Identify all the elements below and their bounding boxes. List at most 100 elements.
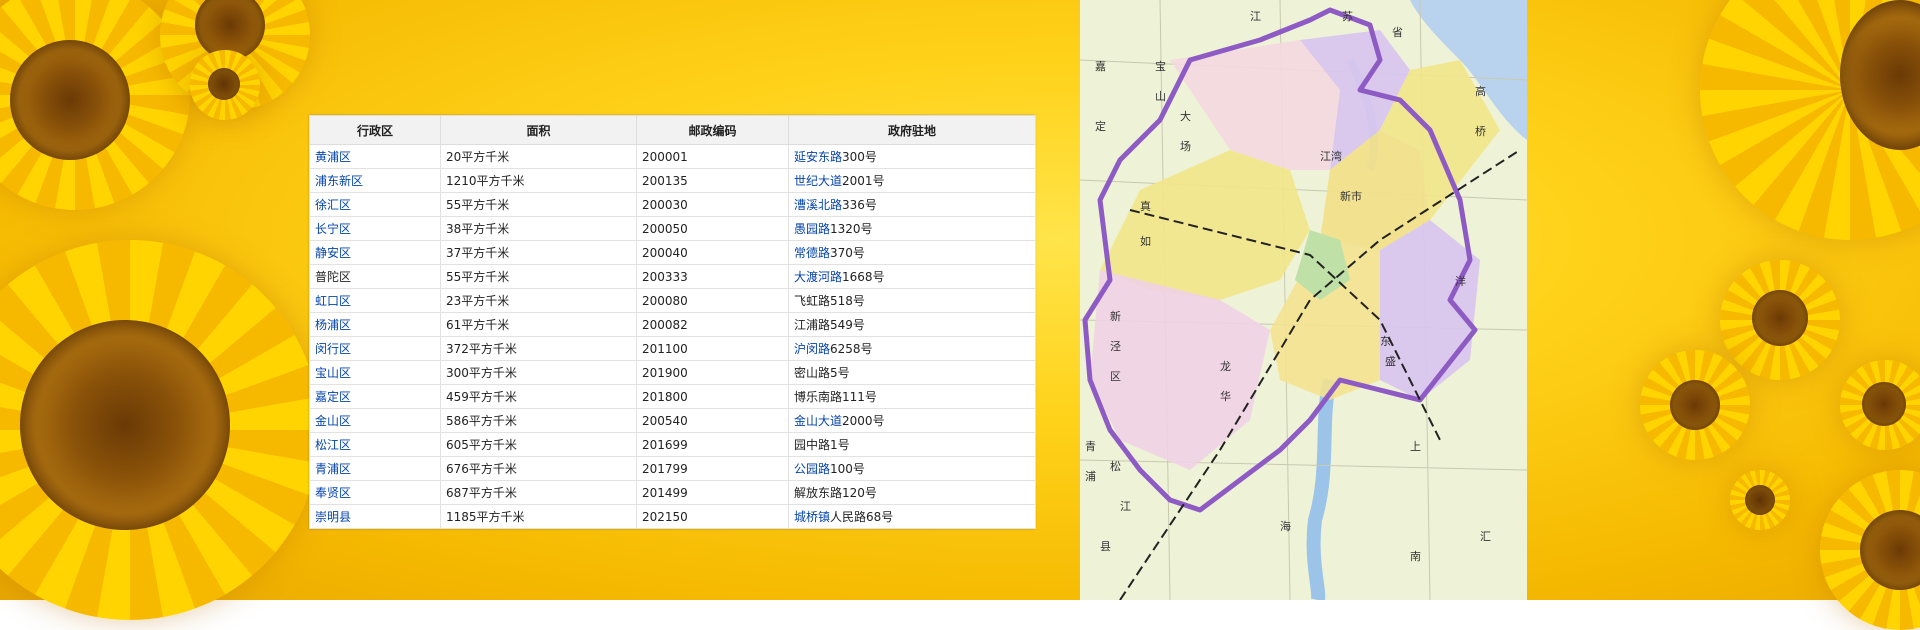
district-link[interactable]: 浦东新区	[309, 168, 441, 193]
postcode-cell: 200050	[636, 216, 789, 241]
map-label: 高	[1475, 84, 1486, 98]
map-label: 新	[1110, 309, 1121, 323]
postcode-cell: 200540	[636, 408, 789, 433]
area-cell: 38平方千米	[440, 216, 637, 241]
seat-cell: 博乐南路111号	[788, 384, 1036, 409]
area-cell: 20平方千米	[440, 144, 637, 169]
seat-road-link[interactable]: 公园路	[794, 462, 830, 476]
map-label: 汇	[1480, 530, 1491, 543]
district-link[interactable]: 嘉定区	[309, 384, 441, 409]
map-label: 盛	[1385, 354, 1396, 368]
postcode-cell: 200040	[636, 240, 789, 265]
seat-cell: 延安东路300号	[788, 144, 1036, 169]
header-seat: 政府驻地	[788, 115, 1036, 145]
area-cell: 605平方千米	[440, 432, 637, 457]
district-link[interactable]: 青浦区	[309, 456, 441, 481]
table-row: 静安区 37平方千米 200040 常德路370号	[309, 240, 1036, 265]
seat-road-link[interactable]: 金山大道	[794, 414, 842, 428]
district-name: 普陀区	[309, 264, 441, 289]
seat-road-link[interactable]: 延安东路	[794, 150, 842, 164]
seat-road-link[interactable]: 沪闵路	[794, 342, 830, 356]
map-label: 江	[1250, 10, 1261, 23]
postcode-cell: 200080	[636, 288, 789, 313]
map-label: 苏	[1342, 10, 1353, 23]
map-label: 浦	[1085, 470, 1096, 483]
district-link[interactable]: 静安区	[309, 240, 441, 265]
district-table: 行政区 面积 邮政编码 政府驻地 黄浦区 20平方千米 200001 延安东路300号…	[309, 115, 1036, 529]
seat-cell: 沪闵路6258号	[788, 336, 1036, 361]
seat-cell: 金山大道2000号	[788, 408, 1036, 433]
shanghai-district-map: 江 苏 省 宝 山 大 场 真 如 新 泾 区 龙 华 高 桥 江湾 新市 洋 …	[1080, 0, 1527, 600]
map-label: 桥	[1475, 125, 1486, 138]
seat-address-text: 1320号	[830, 222, 873, 236]
district-link[interactable]: 宝山区	[309, 360, 441, 385]
district-link[interactable]: 长宁区	[309, 216, 441, 241]
table-row: 杨浦区 61平方千米 200082 江浦路549号	[309, 312, 1036, 337]
table-row: 金山区 586平方千米 200540 金山大道2000号	[309, 408, 1036, 433]
postcode-cell: 201800	[636, 384, 789, 409]
seat-cell: 飞虹路518号	[788, 288, 1036, 313]
table-header-row: 行政区 面积 邮政编码 政府驻地	[309, 115, 1036, 145]
district-link[interactable]: 黄浦区	[309, 144, 441, 169]
district-link[interactable]: 徐汇区	[309, 192, 441, 217]
table-row: 嘉定区 459平方千米 201800 博乐南路111号	[309, 384, 1036, 409]
map-label: 如	[1140, 234, 1151, 248]
seat-address-text: 336号	[842, 198, 877, 212]
district-link[interactable]: 奉贤区	[309, 480, 441, 505]
seat-cell: 常德路370号	[788, 240, 1036, 265]
map-label: 县	[1100, 540, 1111, 553]
map-label: 华	[1220, 389, 1231, 403]
map-label: 场	[1180, 139, 1191, 153]
seat-road-link[interactable]: 常德路	[794, 246, 830, 260]
map-label: 大	[1180, 109, 1191, 123]
seat-road-link[interactable]: 大渡河路	[794, 270, 842, 284]
area-cell: 61平方千米	[440, 312, 637, 337]
area-cell: 676平方千米	[440, 456, 637, 481]
district-link[interactable]: 金山区	[309, 408, 441, 433]
seat-road-link[interactable]: 漕溪北路	[794, 198, 842, 212]
area-cell: 687平方千米	[440, 480, 637, 505]
postcode-cell: 201699	[636, 432, 789, 457]
map-label: 江湾	[1320, 149, 1342, 163]
map-label: 定	[1095, 119, 1106, 133]
seat-cell: 江浦路549号	[788, 312, 1036, 337]
area-cell: 55平方千米	[440, 192, 637, 217]
district-table-container: 行政区 面积 邮政编码 政府驻地 黄浦区 20平方千米 200001 延安东路300号…	[309, 115, 1036, 529]
seat-road-link[interactable]: 世纪大道	[794, 174, 842, 188]
map-label: 松	[1110, 459, 1121, 473]
postcode-cell: 200333	[636, 264, 789, 289]
map-label: 南	[1410, 550, 1421, 563]
seat-address-text: 1668号	[842, 270, 885, 284]
seat-address-text: 6258号	[830, 342, 873, 356]
seat-address-text: 人民路68号	[830, 510, 894, 524]
map-label: 嘉	[1095, 59, 1106, 73]
area-cell: 586平方千米	[440, 408, 637, 433]
table-row: 崇明县 1185平方千米 202150 城桥镇人民路68号	[309, 504, 1036, 529]
seat-cell: 公园路100号	[788, 456, 1036, 481]
district-link[interactable]: 松江区	[309, 432, 441, 457]
map-label: 宝	[1155, 59, 1166, 73]
area-cell: 372平方千米	[440, 336, 637, 361]
table-row: 浦东新区 1210平方千米 200135 世纪大道2001号	[309, 168, 1036, 193]
district-link[interactable]: 杨浦区	[309, 312, 441, 337]
postcode-cell: 200001	[636, 144, 789, 169]
map-label: 新市	[1340, 189, 1362, 203]
map-label: 东	[1380, 335, 1391, 348]
seat-road-link[interactable]: 愚园路	[794, 222, 830, 236]
header-postcode: 邮政编码	[636, 115, 789, 145]
table-row: 宝山区 300平方千米 201900 密山路5号	[309, 360, 1036, 385]
district-link[interactable]: 崇明县	[309, 504, 441, 529]
seat-address-text: 飞虹路518号	[794, 294, 865, 308]
seat-cell: 解放东路120号	[788, 480, 1036, 505]
area-cell: 55平方千米	[440, 264, 637, 289]
postcode-cell: 201499	[636, 480, 789, 505]
district-link[interactable]: 闵行区	[309, 336, 441, 361]
area-cell: 300平方千米	[440, 360, 637, 385]
table-row: 普陀区 55平方千米 200333 大渡河路1668号	[309, 264, 1036, 289]
seat-cell: 世纪大道2001号	[788, 168, 1036, 193]
district-link[interactable]: 虹口区	[309, 288, 441, 313]
seat-road-link[interactable]: 城桥镇	[794, 510, 830, 524]
map-label: 山	[1155, 90, 1166, 103]
area-cell: 1210平方千米	[440, 168, 637, 193]
table-row: 松江区 605平方千米 201699 园中路1号	[309, 432, 1036, 457]
